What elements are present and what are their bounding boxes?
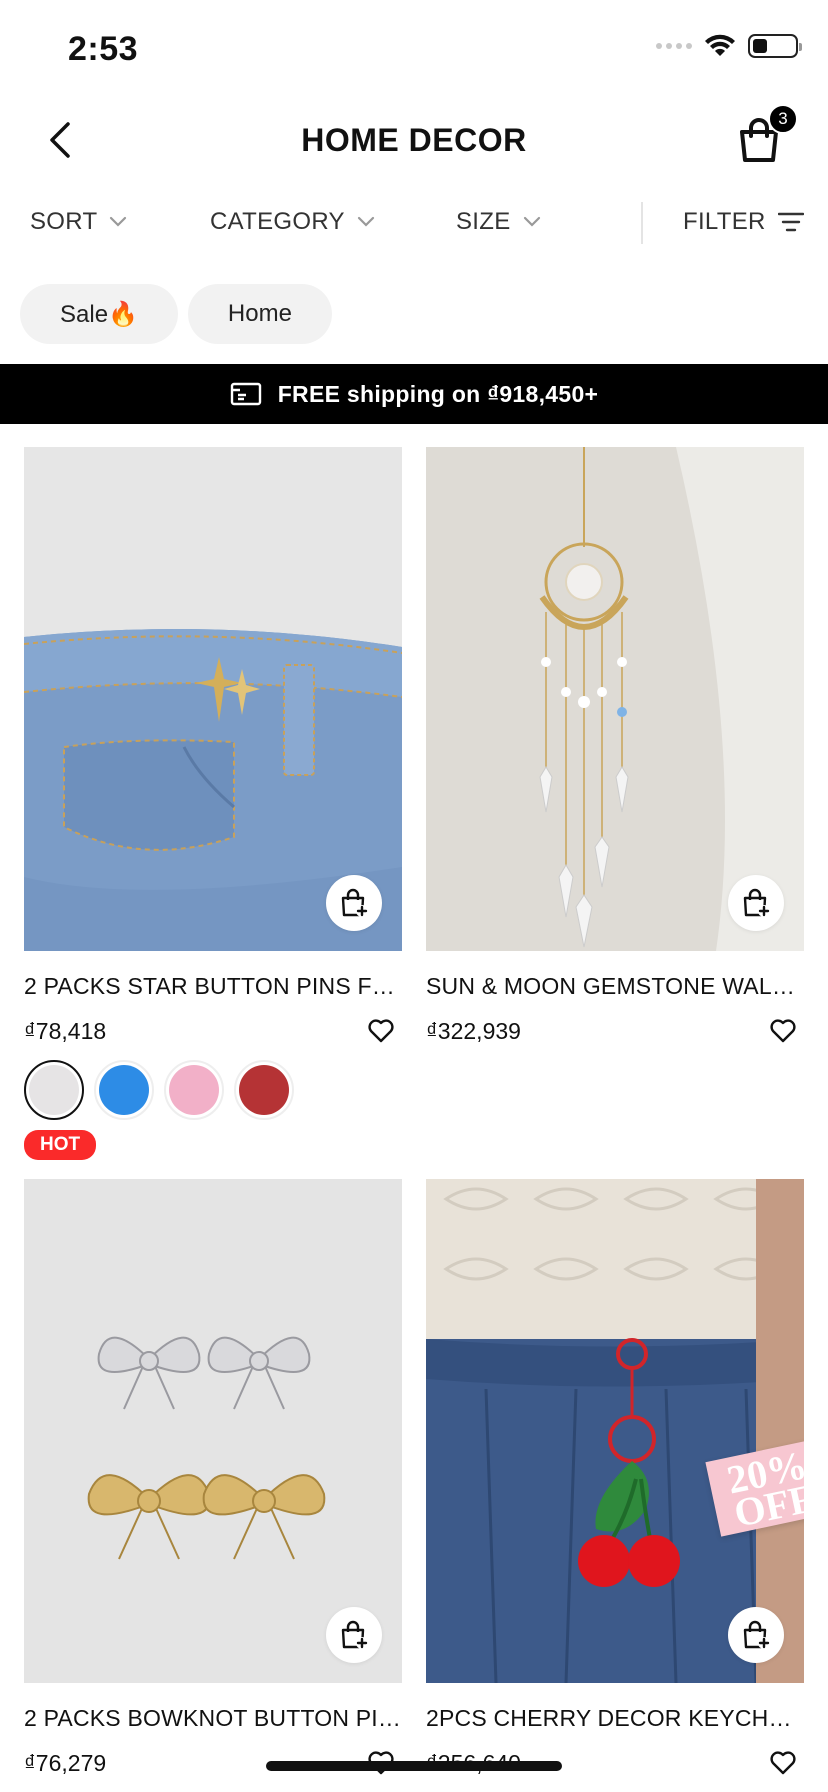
quick-filter-chips: Sale🔥 Home <box>20 284 332 344</box>
status-bar: 2:53 <box>0 0 828 96</box>
product-price: ₫76,279 <box>24 1749 107 1776</box>
filter-button[interactable]: FILTER <box>683 208 804 236</box>
swatch-color <box>169 1065 219 1115</box>
product-image[interactable] <box>24 447 402 951</box>
category-dropdown[interactable]: CATEGORY <box>210 208 375 236</box>
hot-badge: HOT <box>24 1130 97 1160</box>
chevron-down-icon <box>110 216 127 227</box>
add-to-bag-icon <box>341 1620 368 1649</box>
heart-icon <box>770 1751 796 1775</box>
price-row: ₫322,939 <box>426 1014 804 1048</box>
banner-text: FREE shipping on ₫918,450+ <box>277 380 599 407</box>
add-to-bag-button[interactable] <box>326 1607 382 1663</box>
cart-count-badge: 3 <box>768 104 798 134</box>
filter-bar: SORT CATEGORY SIZE FILTER <box>0 198 828 250</box>
add-to-bag-button[interactable] <box>728 1607 784 1663</box>
filter-divider <box>641 202 643 244</box>
swatch-color <box>29 1065 79 1115</box>
header: HOME DECOR 3 <box>0 96 828 186</box>
product-card[interactable]: SUN & MOON GEMSTONE WALL HANGING ₫322,93… <box>426 447 804 1048</box>
sort-label: SORT <box>30 208 98 235</box>
status-icons <box>656 34 802 58</box>
sort-dropdown[interactable]: SORT <box>30 208 127 236</box>
cart-button[interactable]: 3 <box>736 104 798 164</box>
size-dropdown[interactable]: SIZE <box>456 208 541 236</box>
color-swatch[interactable] <box>164 1060 224 1120</box>
add-to-bag-button[interactable] <box>728 875 784 931</box>
add-to-bag-icon <box>743 1620 770 1649</box>
filter-label: FILTER <box>683 208 766 235</box>
swatch-color <box>239 1065 289 1115</box>
product-title[interactable]: SUN & MOON GEMSTONE WALL HANGING <box>426 973 804 1000</box>
battery-icon <box>748 34 802 58</box>
signal-icon <box>656 43 692 49</box>
color-swatches <box>24 1060 402 1120</box>
add-to-bag-icon <box>743 888 770 917</box>
product-price: ₫78,418 <box>24 1017 107 1044</box>
chip-sale[interactable]: Sale🔥 <box>20 284 178 344</box>
product-card[interactable]: 20% OFF 2PCS CHERRY DECOR KEYCHAIN ₫256,… <box>426 1179 804 1780</box>
product-price: ₫322,939 <box>426 1017 521 1044</box>
category-label: CATEGORY <box>210 208 345 235</box>
chevron-down-icon <box>523 216 540 227</box>
heart-icon <box>368 1019 394 1043</box>
filter-lines-icon <box>777 212 804 232</box>
swatch-color <box>99 1065 149 1115</box>
size-label: SIZE <box>456 208 511 235</box>
color-swatch[interactable] <box>24 1060 84 1120</box>
product-title[interactable]: 2 PACKS STAR BUTTON PINS FOR JEANS <box>24 973 402 1000</box>
home-indicator[interactable] <box>266 1761 562 1771</box>
shipping-card-icon <box>230 382 261 406</box>
status-time: 2:53 <box>68 30 139 68</box>
heart-icon <box>770 1019 796 1043</box>
product-card[interactable]: 2 PACKS STAR BUTTON PINS FOR JEANS ₫78,4… <box>24 447 402 1160</box>
add-to-bag-icon <box>341 888 368 917</box>
wifi-icon <box>705 34 735 56</box>
chip-home[interactable]: Home <box>187 284 332 344</box>
product-title[interactable]: 2 PACKS BOWKNOT BUTTON PINS <box>24 1705 402 1732</box>
free-shipping-banner[interactable]: FREE shipping on ₫918,450+ <box>0 364 828 424</box>
product-image[interactable] <box>426 447 804 951</box>
product-image[interactable]: 20% OFF <box>426 1179 804 1683</box>
chevron-down-icon <box>357 216 374 227</box>
color-swatch[interactable] <box>234 1060 294 1120</box>
add-to-bag-button[interactable] <box>326 875 382 931</box>
price-row: ₫78,418 <box>24 1014 402 1048</box>
page-title: HOME DECOR <box>301 122 527 158</box>
wishlist-button[interactable] <box>364 1014 398 1048</box>
color-swatch[interactable] <box>94 1060 154 1120</box>
product-title[interactable]: 2PCS CHERRY DECOR KEYCHAIN <box>426 1705 804 1732</box>
wishlist-button[interactable] <box>766 1014 800 1048</box>
product-image[interactable] <box>24 1179 402 1683</box>
product-card[interactable]: 2 PACKS BOWKNOT BUTTON PINS ₫76,279 <box>24 1179 402 1780</box>
wishlist-button[interactable] <box>766 1746 800 1780</box>
